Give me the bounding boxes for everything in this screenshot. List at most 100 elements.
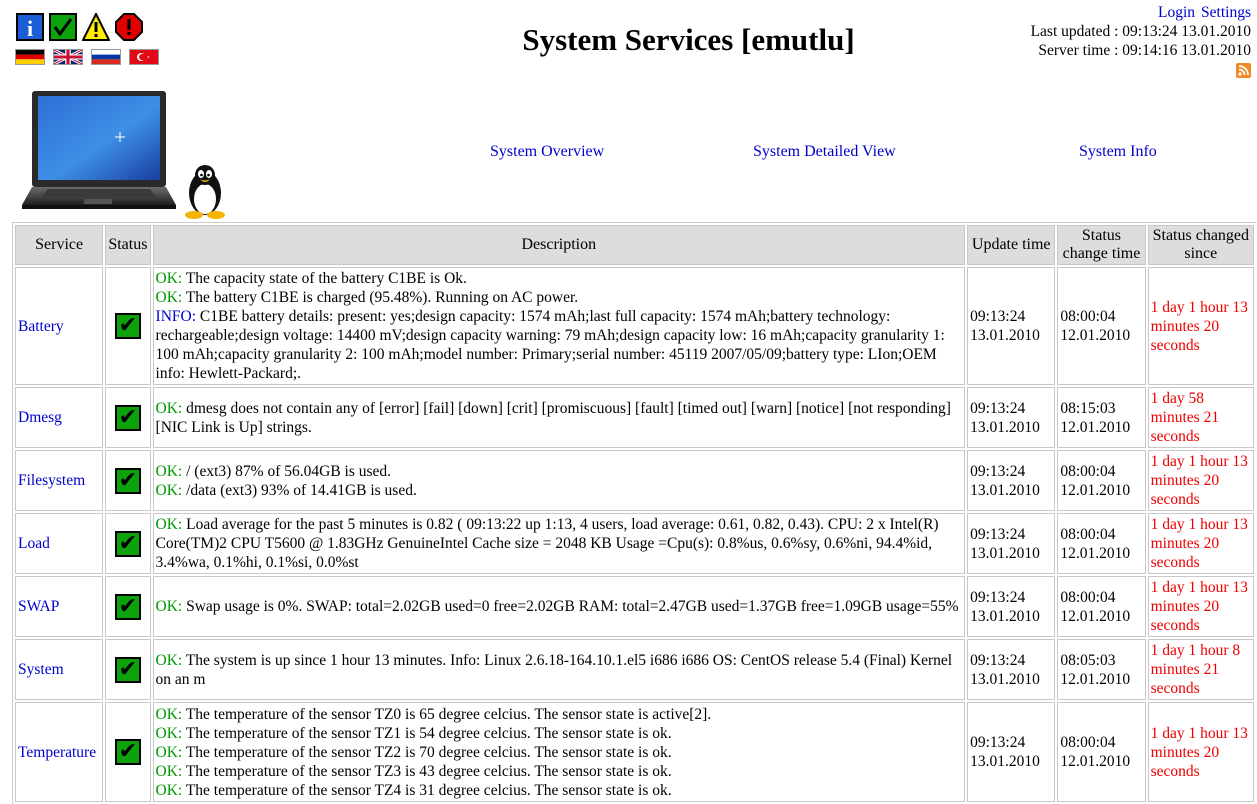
header-status-changed-since: Status changed since xyxy=(1147,225,1254,265)
status-cell: ✔ xyxy=(105,387,151,448)
server-time: Server time : 09:14:16 13.01.2010 xyxy=(1038,42,1251,59)
status-changed-since-cell: 1 day 1 hour 13 minutes 20 seconds xyxy=(1147,702,1254,802)
nav-system-info[interactable]: System Info xyxy=(1079,143,1157,161)
service-cell: Dmesg xyxy=(15,387,104,448)
description-text: The system is up since 1 hour 13 minutes… xyxy=(155,651,953,688)
update-time-cell: 09:13:24 13.01.2010 xyxy=(967,267,1056,385)
services-table: Service Status Description Update time S… xyxy=(12,222,1256,804)
login-link[interactable]: Login xyxy=(1158,4,1195,21)
description-text: The temperature of the sensor TZ1 is 54 … xyxy=(182,724,672,742)
service-link[interactable]: Dmesg xyxy=(18,409,62,426)
ok-tag: OK: xyxy=(155,270,183,287)
change-time: 08:15:03 xyxy=(1060,399,1116,417)
description-text: dmesg does not contain any of [error] [f… xyxy=(155,399,951,436)
update-time-cell: 09:13:24 13.01.2010 xyxy=(967,513,1056,574)
update-time: 09:13:24 xyxy=(970,525,1026,543)
change-date: 12.01.2010 xyxy=(1060,753,1131,770)
update-time: 09:13:24 xyxy=(970,651,1026,669)
table-row: Dmesg ✔ OK: dmesg does not contain any of … xyxy=(15,387,1254,448)
status-cell: ✔ xyxy=(105,639,151,700)
nav-system-detailed-view[interactable]: System Detailed View xyxy=(753,143,896,161)
ok-check-icon[interactable]: ✔ xyxy=(114,313,141,339)
ok-check-icon[interactable]: ✔ xyxy=(114,739,141,765)
info-tag: INFO: xyxy=(155,308,197,325)
description-line: OK: The temperature of the sensor TZ1 is… xyxy=(156,724,963,743)
laptop-image xyxy=(22,91,176,209)
description-line: OK: Swap usage is 0%. SWAP: total=2.02GB… xyxy=(156,597,963,616)
description-text: The temperature of the sensor TZ2 is 70 … xyxy=(182,743,672,761)
status-changed-since-cell: 1 day 1 hour 13 minutes 20 seconds xyxy=(1147,267,1254,385)
header-meta: Login Settings Last updated : 09:13:24 13… xyxy=(1031,3,1251,83)
description-line: OK: The capacity state of the battery C1… xyxy=(156,269,963,288)
update-date: 13.01.2010 xyxy=(970,753,1040,770)
service-cell: System xyxy=(15,639,104,700)
change-time: 08:00:04 xyxy=(1060,308,1116,325)
table-row: Temperature ✔ OK: The temperature of the s… xyxy=(15,702,1254,802)
table-row: SWAP ✔ OK: Swap usage is 0%. SWAP: total=2… xyxy=(15,576,1254,637)
description-line: OK: /data (ext3) 93% of 14.41GB is used. xyxy=(156,481,963,500)
change-time: 08:05:03 xyxy=(1060,651,1116,669)
description-text: C1BE battery details: present: yes;desig… xyxy=(155,308,945,382)
update-time: 09:13:24 xyxy=(970,399,1026,417)
status-changed-since-cell: 1 day 1 hour 8 minutes 21 seconds xyxy=(1147,639,1254,700)
description-line: OK: dmesg does not contain any of [error… xyxy=(156,399,963,437)
service-link[interactable]: Filesystem xyxy=(18,472,85,489)
header-update-time: Update time xyxy=(967,225,1056,265)
settings-link[interactable]: Settings xyxy=(1201,4,1251,21)
description-line: OK: The temperature of the sensor TZ2 is… xyxy=(156,743,963,762)
description-text: Swap usage is 0%. SWAP: total=2.02GB use… xyxy=(182,598,959,615)
description-line: OK: The temperature of the sensor TZ0 is… xyxy=(156,705,963,724)
ok-tag: OK: xyxy=(155,651,183,669)
description-line: INFO: C1BE battery details: present: yes… xyxy=(156,307,963,383)
service-link[interactable]: System xyxy=(18,661,64,678)
status-changed-since-cell: 1 day 1 hour 13 minutes 20 seconds xyxy=(1147,576,1254,637)
table-row: Filesystem ✔ OK: / (ext3) 87% of 56.04GB i… xyxy=(15,450,1254,511)
update-time-cell: 09:13:24 13.01.2010 xyxy=(967,639,1056,700)
service-cell: Temperature xyxy=(15,702,104,802)
header-links: Login Settings xyxy=(1031,3,1251,22)
status-cell: ✔ xyxy=(105,267,151,385)
ok-check-icon[interactable]: ✔ xyxy=(114,530,141,557)
ok-tag: OK: xyxy=(155,724,183,742)
description-cell: OK: / (ext3) 87% of 56.04GB is used. OK: … xyxy=(152,450,966,511)
status-changed-since-cell: 1 day 1 hour 13 minutes 20 seconds xyxy=(1147,450,1254,511)
ok-check-icon[interactable]: ✔ xyxy=(114,656,141,683)
status-change-time-cell: 08:00:04 12.01.2010 xyxy=(1057,267,1146,385)
table-row: Load ✔ OK: Load average for the past 5 min… xyxy=(15,513,1254,574)
nav-system-overview[interactable]: System Overview xyxy=(490,143,604,161)
update-date: 13.01.2010 xyxy=(970,481,1040,499)
header-status-change-time: Status change time xyxy=(1057,225,1146,265)
status-change-time-cell: 08:00:04 12.01.2010 xyxy=(1057,576,1146,637)
change-date: 12.01.2010 xyxy=(1060,327,1131,344)
ok-check-icon[interactable]: ✔ xyxy=(114,593,141,620)
last-updated: Last updated : 09:13:24 13.01.2010 xyxy=(1030,23,1251,40)
description-line: OK: The temperature of the sensor TZ4 is… xyxy=(156,781,963,800)
table-header-row: Service Status Description Update time S… xyxy=(15,225,1254,265)
service-cell: Battery xyxy=(15,267,104,385)
change-time: 08:00:04 xyxy=(1060,734,1116,751)
ok-tag: OK: xyxy=(155,598,183,615)
table-row: Battery ✔ OK: The capacity state of the ba… xyxy=(15,267,1254,385)
service-link[interactable]: Battery xyxy=(18,318,64,335)
status-cell: ✔ xyxy=(105,702,151,802)
status-changed-since-cell: 1 day 58 minutes 21 seconds xyxy=(1147,387,1254,448)
service-link[interactable]: SWAP xyxy=(18,598,59,615)
description-line: OK: Load average for the past 5 minutes … xyxy=(156,515,963,572)
ok-check-icon[interactable]: ✔ xyxy=(114,404,141,431)
rss-icon[interactable] xyxy=(1236,63,1251,78)
service-link[interactable]: Temperature xyxy=(18,744,96,761)
update-date: 13.01.2010 xyxy=(970,544,1040,562)
service-cell: SWAP xyxy=(15,576,104,637)
ok-tag: OK: xyxy=(155,289,183,306)
update-time: 09:13:24 xyxy=(970,462,1026,480)
status-change-time-cell: 08:00:04 12.01.2010 xyxy=(1057,702,1146,802)
status-change-time-cell: 08:00:04 12.01.2010 xyxy=(1057,450,1146,511)
update-date: 13.01.2010 xyxy=(970,327,1040,344)
description-cell: OK: The temperature of the sensor TZ0 is… xyxy=(152,702,966,802)
ok-check-icon[interactable]: ✔ xyxy=(114,467,141,494)
description-text: / (ext3) 87% of 56.04GB is used. xyxy=(182,462,392,480)
description-text: The temperature of the sensor TZ4 is 31 … xyxy=(182,781,672,799)
update-date: 13.01.2010 xyxy=(970,670,1040,688)
service-link[interactable]: Load xyxy=(18,535,50,552)
description-line: OK: The system is up since 1 hour 13 min… xyxy=(156,651,963,689)
